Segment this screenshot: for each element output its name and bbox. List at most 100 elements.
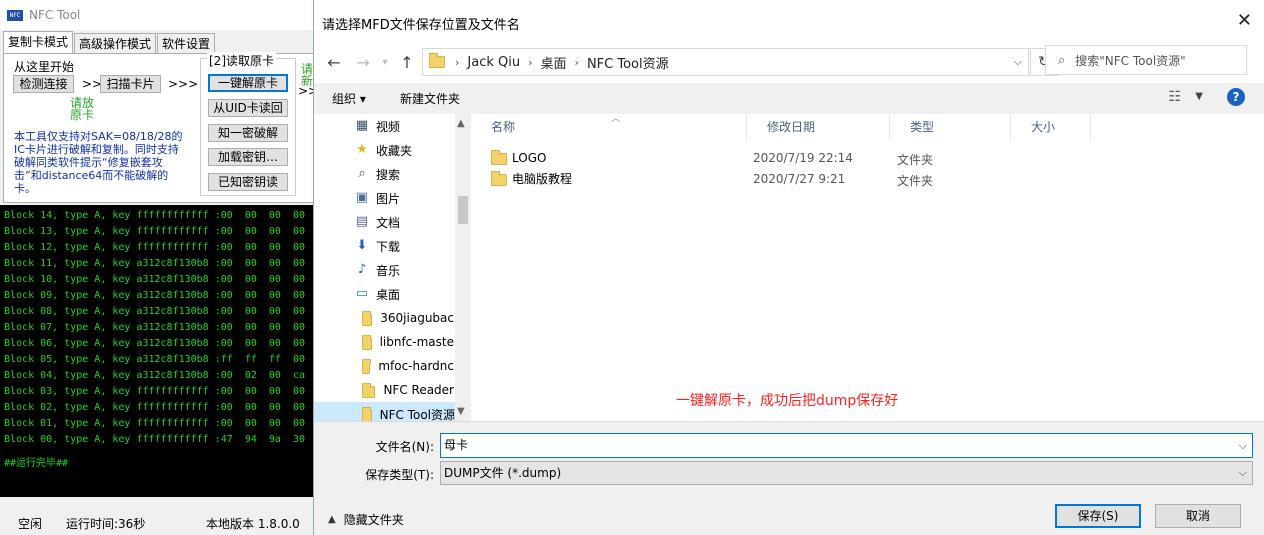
tree-item[interactable]: ▣ 图片: [314, 186, 454, 210]
status-runtime: 运行时间:36秒: [66, 517, 146, 531]
breadcrumb-nfc-tool-resources[interactable]: NFC Tool资源: [587, 53, 669, 72]
know-one-key-crack-button[interactable]: 知一密破解: [208, 124, 288, 142]
read-from-uid-button[interactable]: 从UID卡读回: [208, 99, 288, 117]
tab-settings[interactable]: 软件设置: [157, 33, 216, 53]
console-line: Block 12, type A, key ffffffffffff :00 0…: [4, 242, 306, 253]
close-icon[interactable]: ✕: [1237, 12, 1252, 30]
folder-icon: [362, 358, 372, 374]
tree-item[interactable]: NFC Reader: [314, 378, 454, 402]
tree-item[interactable]: ⌕ 搜索: [314, 162, 454, 186]
status-idle: 空闲: [18, 517, 43, 531]
music-icon: ♪: [357, 262, 367, 277]
detect-connection-button[interactable]: 检测连接: [13, 75, 74, 93]
tree-item-label: 搜索: [376, 167, 401, 182]
back-arrow-icon[interactable]: ←: [323, 53, 345, 72]
column-header-date[interactable]: 修改日期: [747, 114, 890, 140]
known-key-read-button[interactable]: 已知密钥读: [208, 173, 288, 191]
dialog-bottom-panel: 文件名(N): 母卡 ⌵ 保存类型(T): DUMP文件 (*.dump) ⌵ …: [314, 421, 1264, 535]
file-list: ︿ 名称 修改日期 类型 大小 LOGO 2020/7/19 22:14 文件夹…: [471, 114, 1264, 421]
file-row[interactable]: 电脑版教程: [491, 168, 572, 189]
tree-item-label: 视频: [376, 119, 401, 134]
file-date: 2020/7/27 9:21: [753, 172, 846, 186]
file-row[interactable]: LOGO: [491, 147, 546, 168]
console-lines: Block 14, type A, key ffffffffffff :00 0…: [4, 208, 310, 448]
tree-item[interactable]: ▤ 文档: [314, 210, 454, 234]
folder-icon: [491, 150, 507, 165]
tree-item-label: 文档: [376, 215, 401, 230]
star-icon: ★: [356, 142, 368, 157]
address-dropdown-icon[interactable]: ⌵: [1014, 55, 1022, 69]
folder-icon: [362, 334, 372, 350]
dialog-titlebar: 请选择MFD文件保存位置及文件名 ✕: [314, 0, 1264, 45]
search-box[interactable]: ⌕ 搜索"NFC Tool资源": [1045, 45, 1247, 75]
filename-input[interactable]: 母卡 ⌵: [440, 433, 1253, 458]
scroll-down-icon[interactable]: ▼: [457, 406, 465, 417]
command-toolbar: 组织 ▾ 新建文件夹 ☷ ▼ ?: [314, 83, 1264, 113]
nfc-app-icon: NFC: [7, 9, 23, 21]
console-line: Block 03, type A, key ffffffffffff :00 0…: [4, 386, 306, 397]
column-header-size[interactable]: 大小: [1011, 114, 1091, 140]
tree-scroll-thumb[interactable]: [458, 196, 468, 224]
column-header-type[interactable]: 类型: [890, 114, 1011, 140]
tree-item[interactable]: 360jiagubac: [314, 306, 454, 330]
file-date: 2020/7/19 22:14: [753, 151, 853, 165]
filetype-select[interactable]: DUMP文件 (*.dump) ⌵: [440, 461, 1253, 485]
organize-button[interactable]: 组织 ▾: [332, 90, 366, 107]
console-line: Block 02, type A, key ffffffffffff :00 0…: [4, 402, 306, 413]
breadcrumb-jack-qiu[interactable]: Jack Qiu: [467, 55, 520, 70]
load-keys-button[interactable]: 加载密钥…: [208, 148, 288, 166]
tree-item-label: mfoc-hardnc: [378, 359, 454, 373]
hide-folders-toggle[interactable]: ▲ 隐藏文件夹: [328, 511, 404, 528]
picture-icon: ▣: [355, 190, 369, 205]
file-name: LOGO: [512, 150, 547, 165]
up-arrow-icon[interactable]: ↑: [396, 53, 418, 72]
annotation-text: 一键解原卡，成功后把dump保存好: [676, 393, 899, 409]
download-icon: ⬇: [356, 238, 368, 253]
tree-item-label: 音乐: [376, 263, 401, 278]
save-button[interactable]: 保存(S): [1055, 504, 1141, 528]
cancel-button[interactable]: 取消: [1155, 504, 1241, 528]
tree-item[interactable]: libnfc-maste: [314, 330, 454, 354]
tree-item-label: NFC Reader: [383, 383, 454, 397]
view-options-icon[interactable]: ☷: [1168, 89, 1181, 105]
navigation-tree: ▦ 视频 ★ 收藏夹 ⌕ 搜索 ▣ 图片 ▤ 文档 ⬇ 下载 ♪ 音乐 ▭ 桌面 360jiagubac libn…: [314, 114, 470, 421]
tree-item[interactable]: ▦ 视频: [314, 114, 454, 138]
forward-arrow-icon[interactable]: →: [352, 53, 374, 72]
copy-mode-panel: 从这里开始 检测连接 >>> 扫描卡片 >>> 请放 原卡 本工具仅支持对SAK…: [3, 52, 328, 203]
breadcrumb-desktop[interactable]: 桌面: [541, 53, 567, 72]
file-name: 电脑版教程: [512, 172, 573, 186]
tree-item[interactable]: ⬇ 下载: [314, 234, 454, 258]
tree-scrollbar[interactable]: [455, 114, 470, 421]
nfc-tool-window: NFC NFC Tool 复制卡模式 高级操作模式 软件设置 从这里开始 检测连…: [0, 0, 328, 535]
column-header-name[interactable]: 名称: [471, 114, 747, 140]
tree-item[interactable]: ▭ 桌面: [314, 282, 454, 306]
folder-icon: [429, 53, 445, 68]
scan-card-button[interactable]: 扫描卡片: [100, 75, 161, 93]
log-console: Block 14, type A, key ffffffffffff :00 0…: [0, 205, 314, 497]
tool-description: 本工具仅支持对SAK=08/18/28的IC卡片进行破解和复制。同时支持破解同类…: [14, 130, 183, 195]
new-folder-button[interactable]: 新建文件夹: [400, 90, 460, 107]
folder-icon: [491, 171, 507, 186]
console-line: Block 14, type A, key ffffffffffff :00 0…: [4, 210, 306, 221]
read-card-group: [2]读取原卡 一键解原卡 从UID卡读回 知一密破解 加载密钥… 已知密钥读: [200, 52, 296, 196]
tree-item[interactable]: mfoc-hardnc: [314, 354, 454, 378]
tree-item[interactable]: ♪ 音乐: [314, 258, 454, 282]
arrow-label-2: >>>: [168, 77, 199, 91]
tree-item[interactable]: ★ 收藏夹: [314, 138, 454, 162]
save-file-dialog: 请选择MFD文件保存位置及文件名 ✕ ← → ▾ ↑ › Jack Qiu › …: [313, 0, 1264, 535]
recent-locations-chevron-icon[interactable]: ▾: [374, 57, 396, 68]
console-line: Block 07, type A, key a312c8f130b8 :00 0…: [4, 322, 306, 333]
filetype-dropdown-icon[interactable]: ⌵: [1239, 462, 1247, 484]
one-click-crack-button[interactable]: 一键解原卡: [208, 74, 288, 92]
scroll-up-icon[interactable]: ▲: [457, 118, 465, 129]
console-line: Block 06, type A, key a312c8f130b8 :00 0…: [4, 338, 306, 349]
address-bar[interactable]: › Jack Qiu › 桌面 › NFC Tool资源 ⌵: [422, 48, 1029, 76]
view-dropdown-icon[interactable]: ▼: [1195, 91, 1203, 102]
tree-item[interactable]: NFC Tool资源: [314, 402, 455, 421]
help-icon[interactable]: ?: [1227, 88, 1245, 106]
console-line: Block 13, type A, key ffffffffffff :00 0…: [4, 226, 306, 237]
start-label: 从这里开始: [14, 60, 75, 74]
tab-copy-mode[interactable]: 复制卡模式: [3, 31, 74, 53]
filename-dropdown-icon[interactable]: ⌵: [1239, 434, 1247, 457]
tab-advanced-mode[interactable]: 高级操作模式: [74, 33, 157, 53]
